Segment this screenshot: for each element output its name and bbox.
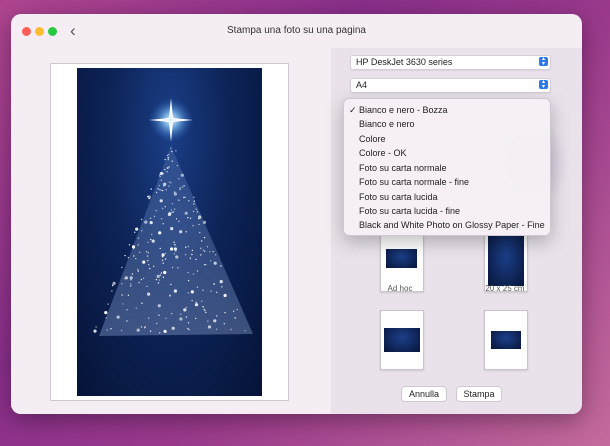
- print-quality-dropdown: ✓ Bianco e nero - Bozza Bianco e nero Co…: [343, 98, 551, 236]
- printer-select-value: HP DeskJet 3630 series: [356, 57, 453, 67]
- title-bar: ‹ Stampa una foto su una pagina: [11, 14, 582, 48]
- layout-option-thumbnail[interactable]: [380, 310, 424, 370]
- print-preview-page: [50, 63, 289, 401]
- dropdown-item[interactable]: Foto su carta normale: [344, 161, 550, 175]
- dropdown-item[interactable]: Colore: [344, 132, 550, 146]
- cancel-button[interactable]: Annulla: [401, 386, 447, 402]
- layout-option-thumbnail[interactable]: [484, 310, 528, 370]
- dropdown-item[interactable]: ✓ Bianco e nero - Bozza: [344, 103, 550, 117]
- thumbnail-photo: [384, 328, 420, 352]
- print-button[interactable]: Stampa: [456, 386, 502, 402]
- dropdown-item[interactable]: Foto su carta lucida - fine: [344, 204, 550, 218]
- dropdown-item[interactable]: Bianco e nero: [344, 117, 550, 131]
- dropdown-item[interactable]: Colore - OK: [344, 146, 550, 160]
- layout-size-thumbnail[interactable]: [484, 232, 528, 292]
- printer-select[interactable]: HP DeskJet 3630 series ▴ ▾: [350, 55, 551, 70]
- window-title: Stampa una foto su una pagina: [227, 25, 366, 36]
- dropdown-item[interactable]: Foto su carta normale - fine: [344, 175, 550, 189]
- thumbnail-photo: [386, 249, 417, 268]
- thumbnail-photo: [491, 331, 521, 349]
- updown-chevron-icon: ▴ ▾: [539, 56, 548, 67]
- paper-size-value: A4: [356, 80, 368, 90]
- dropdown-item[interactable]: Foto su carta lucida: [344, 190, 550, 204]
- thumbnail-photo: [488, 236, 524, 286]
- layout-size-label: 20 x 25 cm: [485, 284, 525, 293]
- layout-adhoc-thumbnail[interactable]: [380, 232, 424, 292]
- dropdown-item[interactable]: Black and White Photo on Glossy Paper - …: [344, 218, 550, 232]
- checkmark-icon: ✓: [349, 105, 357, 115]
- paper-size-select[interactable]: A4 ▴ ▾: [350, 78, 551, 93]
- layout-adhoc-label: Ad hoc: [387, 284, 413, 293]
- christmas-tree-image: [93, 98, 253, 336]
- updown-chevron-icon: ▴ ▾: [539, 79, 548, 90]
- christmas-tree-photo: [77, 68, 262, 396]
